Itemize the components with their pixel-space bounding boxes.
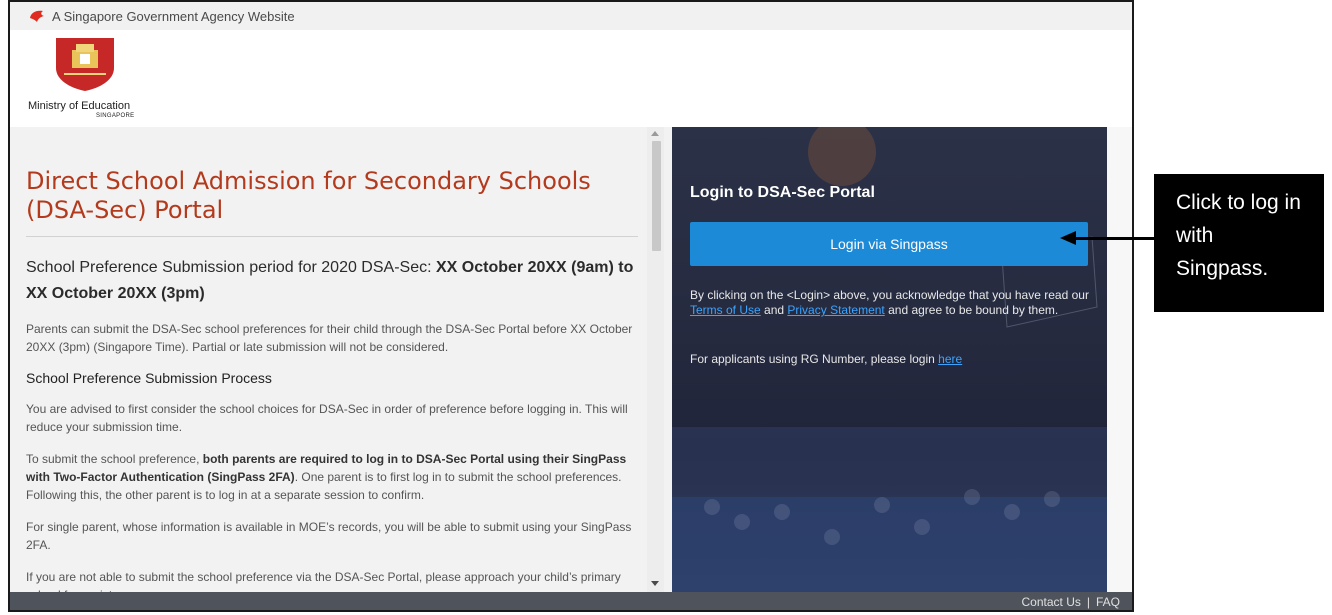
single-parent-paragraph: For single parent, whose information is … [26,520,632,552]
right-margin [1107,127,1132,592]
contact-us-link[interactable]: Contact Us [1022,595,1081,609]
title-divider [26,236,638,237]
both-parents-paragraph: To submit the school preference, both pa… [26,450,638,504]
annotation-arrow-icon [1060,231,1076,245]
rg-number-login: For applicants using RG Number, please l… [690,352,1090,366]
scroll-down-arrow-icon[interactable] [651,581,659,586]
rg-number-text: For applicants using RG Number, please l… [690,352,939,366]
content-scrollbar[interactable] [647,127,664,592]
advice-paragraph: You are advised to first consider the sc… [26,402,628,434]
annotation-callout: Click to log in with Singpass. [1154,174,1324,312]
footer-links: Contact Us | FAQ [1022,595,1121,609]
information-panel[interactable]: Direct School Admission for Secondary Sc… [10,127,672,592]
acknowledgement-suffix: and agree to be bound by them. [884,303,1059,317]
browser-frame: A Singapore Government Agency Website Mi… [8,0,1134,612]
government-agency-text: A Singapore Government Agency Website [52,8,295,24]
submission-period-label: School Preference Submission period for … [26,259,436,276]
terms-of-use-link[interactable]: Terms of Use [690,303,761,317]
lion-head-icon [30,10,44,22]
agency-name: Ministry of Education [28,100,131,112]
information-content: Direct School Admission for Secondary Sc… [26,167,638,592]
privacy-statement-link[interactable]: Privacy Statement [787,303,884,317]
acknowledgement-text: By clicking on the <Login> above, you ac… [690,288,1090,318]
login-title: Login to DSA-Sec Portal [690,184,875,201]
scroll-up-arrow-icon[interactable] [651,131,659,136]
intro-paragraph: Parents can submit the DSA-Sec school pr… [26,322,633,354]
login-via-singpass-button[interactable]: Login via Singpass [690,222,1088,266]
process-heading: School Preference Submission Process [26,370,272,386]
submission-period: School Preference Submission period for … [26,255,638,307]
moe-crest-icon[interactable] [50,34,120,92]
annotation-arrow-line [1076,237,1154,240]
site-header: Ministry of Education SINGAPORE [10,30,1132,127]
page-title: Direct School Admission for Secondary Sc… [26,167,591,224]
login-panel: Login to DSA-Sec Portal Login via Singpa… [672,127,1107,592]
footer-separator: | [1086,595,1090,609]
footer-bar: Contact Us | FAQ [10,592,1132,610]
government-agency-bar: A Singapore Government Agency Website [10,2,1132,30]
acknowledgement-prefix: By clicking on the <Login> above, you ac… [690,288,1089,302]
not-able-paragraph: If you are not able to submit the school… [26,570,621,592]
rg-login-here-link[interactable]: here [938,352,962,366]
acknowledgement-and: and [760,303,788,317]
faq-link[interactable]: FAQ [1096,595,1120,609]
scroll-thumb[interactable] [652,141,661,251]
agency-country: SINGAPORE [96,113,135,119]
both-parents-prefix: To submit the school preference, [26,452,203,466]
